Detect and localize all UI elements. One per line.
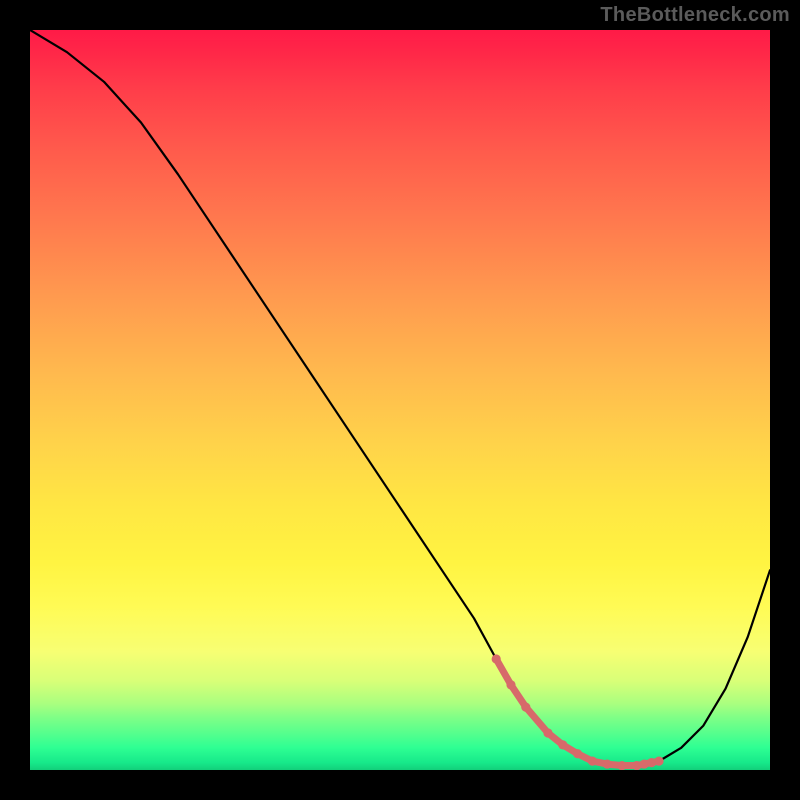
chart-frame: TheBottleneck.com <box>0 0 800 800</box>
curve-layer <box>30 30 770 770</box>
optimal-range-dot <box>573 749 582 758</box>
plot-area <box>30 30 770 770</box>
bottleneck-curve <box>30 30 770 766</box>
optimal-range-dot <box>506 680 515 689</box>
optimal-range-dots <box>492 654 664 770</box>
optimal-range-dot <box>603 759 612 768</box>
watermark-label: TheBottleneck.com <box>600 4 790 27</box>
optimal-range-dot <box>588 757 597 766</box>
optimal-range-dot <box>492 654 501 663</box>
optimal-range-dot <box>521 703 530 712</box>
optimal-range-dot <box>543 728 552 737</box>
optimal-range-dot <box>558 740 567 749</box>
optimal-range-dot <box>654 757 663 766</box>
optimal-range-dot <box>617 761 626 770</box>
